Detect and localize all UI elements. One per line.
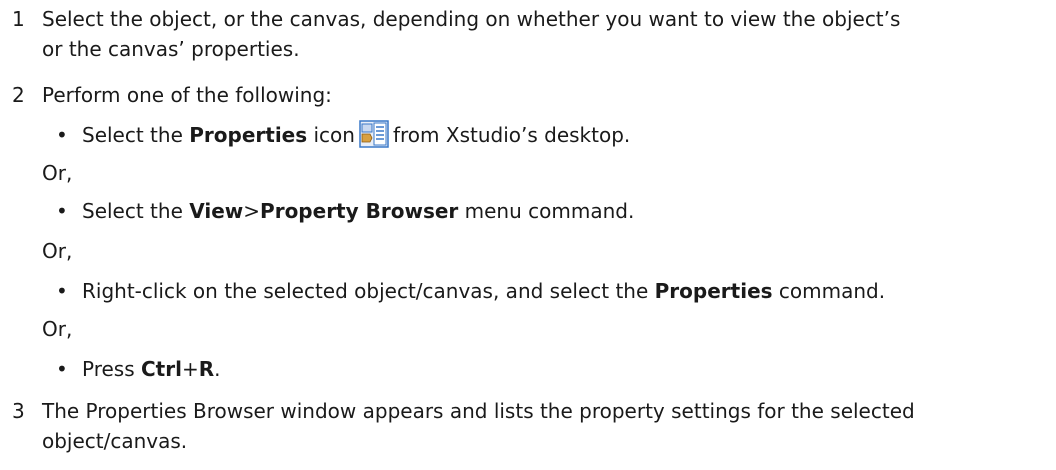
bold-term: Property Browser: [260, 199, 459, 223]
or-label: Or,: [42, 239, 73, 263]
menu-separator: >: [243, 199, 261, 223]
document-page: 1 Select the object, or the canvas, depe…: [0, 0, 1056, 470]
bullet-text: Press: [82, 357, 141, 381]
step-number: 1: [12, 7, 25, 31]
bullet-text: Right-click on the selected object/canva…: [82, 279, 655, 303]
key-separator: +: [181, 357, 199, 381]
properties-icon: [359, 120, 389, 148]
bullet-item-right-click: • Right-click on the selected object/canv…: [56, 276, 885, 306]
bullet-marker: •: [56, 199, 68, 223]
bullet-text: Select the: [82, 199, 190, 223]
bullet-marker: •: [56, 357, 68, 381]
bold-term: Properties: [189, 123, 308, 147]
bold-term: R: [198, 357, 215, 381]
step-number: 3: [12, 399, 25, 423]
step-text-line: Select the object, or the canvas, depend…: [42, 7, 901, 31]
bullet-item-properties-icon: • Select the Properties icon from Xstudio…: [56, 120, 630, 150]
or-label: Or,: [42, 161, 73, 185]
bold-term: View: [189, 199, 244, 223]
bold-term: Ctrl: [141, 357, 182, 381]
bullet-marker: •: [56, 123, 68, 147]
bullet-item-shortcut: • Press Ctrl+R.: [56, 354, 221, 384]
step-text-line: The Properties Browser window appears an…: [42, 399, 915, 423]
bullet-text: menu command.: [458, 199, 635, 223]
bullet-text: icon: [307, 123, 355, 147]
bullet-item-view-menu: • Select the View>Property Browser menu c…: [56, 196, 634, 226]
bullet-marker: •: [56, 279, 68, 303]
bold-term: Properties: [654, 279, 773, 303]
or-label: Or,: [42, 317, 73, 341]
step-text-line: or the canvas’ properties.: [42, 37, 300, 61]
step-text-line: Perform one of the following:: [42, 83, 332, 107]
step-text-line: object/canvas.: [42, 429, 188, 453]
bullet-text: Select the: [82, 123, 190, 147]
bullet-text: from Xstudio’s desktop.: [392, 123, 631, 147]
bullet-text: command.: [772, 279, 886, 303]
step-number: 2: [12, 83, 25, 107]
bullet-text: .: [214, 357, 221, 381]
